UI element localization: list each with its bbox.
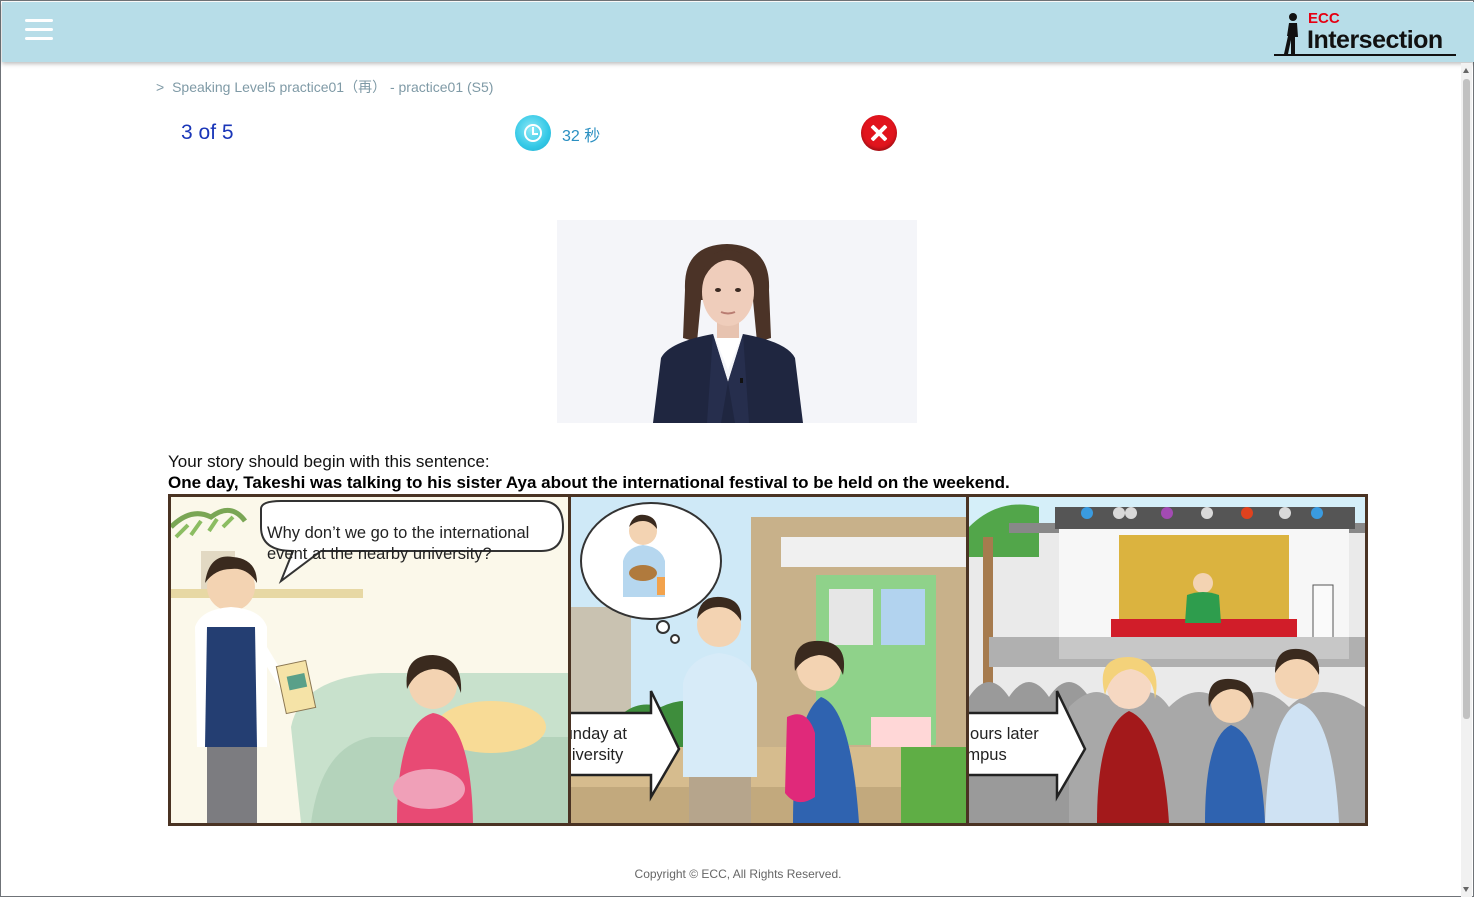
comic-panel-1: Why don’t we go to the international eve… [171,497,568,823]
question-progress: 3 of 5 [181,121,234,144]
walking-figure-icon [1284,13,1298,54]
story-comic: Why don’t we go to the international eve… [168,494,1368,826]
timer-countdown: 32 秒 [562,128,601,145]
breadcrumb-chevron-icon: > [156,79,165,95]
comic-panel-2: On Sunday at the university [571,497,966,823]
scroll-down-arrow-icon[interactable] [1463,887,1469,892]
story-lead-sentence: One day, Takeshi was talking to his sist… [168,473,1010,492]
copyright-footer: Copyright © ECC, All Rights Reserved. [634,867,842,881]
ecc-intersection-logo: ECC Intersection [1274,8,1458,58]
hamburger-menu-icon[interactable] [25,19,53,43]
app-window: ECC Intersection > Speaking Level5 pract… [0,0,1474,897]
panel-2-caption-line-2: the university [571,746,624,764]
clock-icon [515,115,551,151]
comic-panel-3: Two hours later on campus [969,497,1365,823]
logo-underline [1274,54,1456,56]
logo-brand: ECC [1308,10,1340,27]
vertical-scrollbar[interactable] [1461,63,1472,897]
close-x-icon[interactable] [861,115,897,151]
presenter-video[interactable] [557,220,917,423]
panel-1-speech-line-2: event at the nearby university? [267,545,492,563]
logo-name: Intersection [1307,26,1443,54]
top-bar: ECC Intersection [2,2,1474,62]
presenter-illustration [557,220,917,423]
scrollbar-thumb[interactable] [1463,79,1470,719]
panel-3-caption-line-2: on campus [969,746,1007,764]
panel-2-caption-line-1: On Sunday at [571,725,627,743]
panel-3-illustration [969,497,1365,823]
story-instruction: Your story should begin with this senten… [168,452,490,471]
breadcrumb-text[interactable]: Speaking Level5 practice01（再） - practice… [172,79,493,95]
panel-1-speech-line-1: Why don’t we go to the international [267,524,530,542]
panel-3-caption-line-1: Two hours later [969,725,1039,743]
breadcrumb[interactable]: > Speaking Level5 practice01（再） - practi… [156,77,493,97]
panel-2-illustration [571,497,966,823]
scroll-up-arrow-icon[interactable] [1463,68,1469,73]
